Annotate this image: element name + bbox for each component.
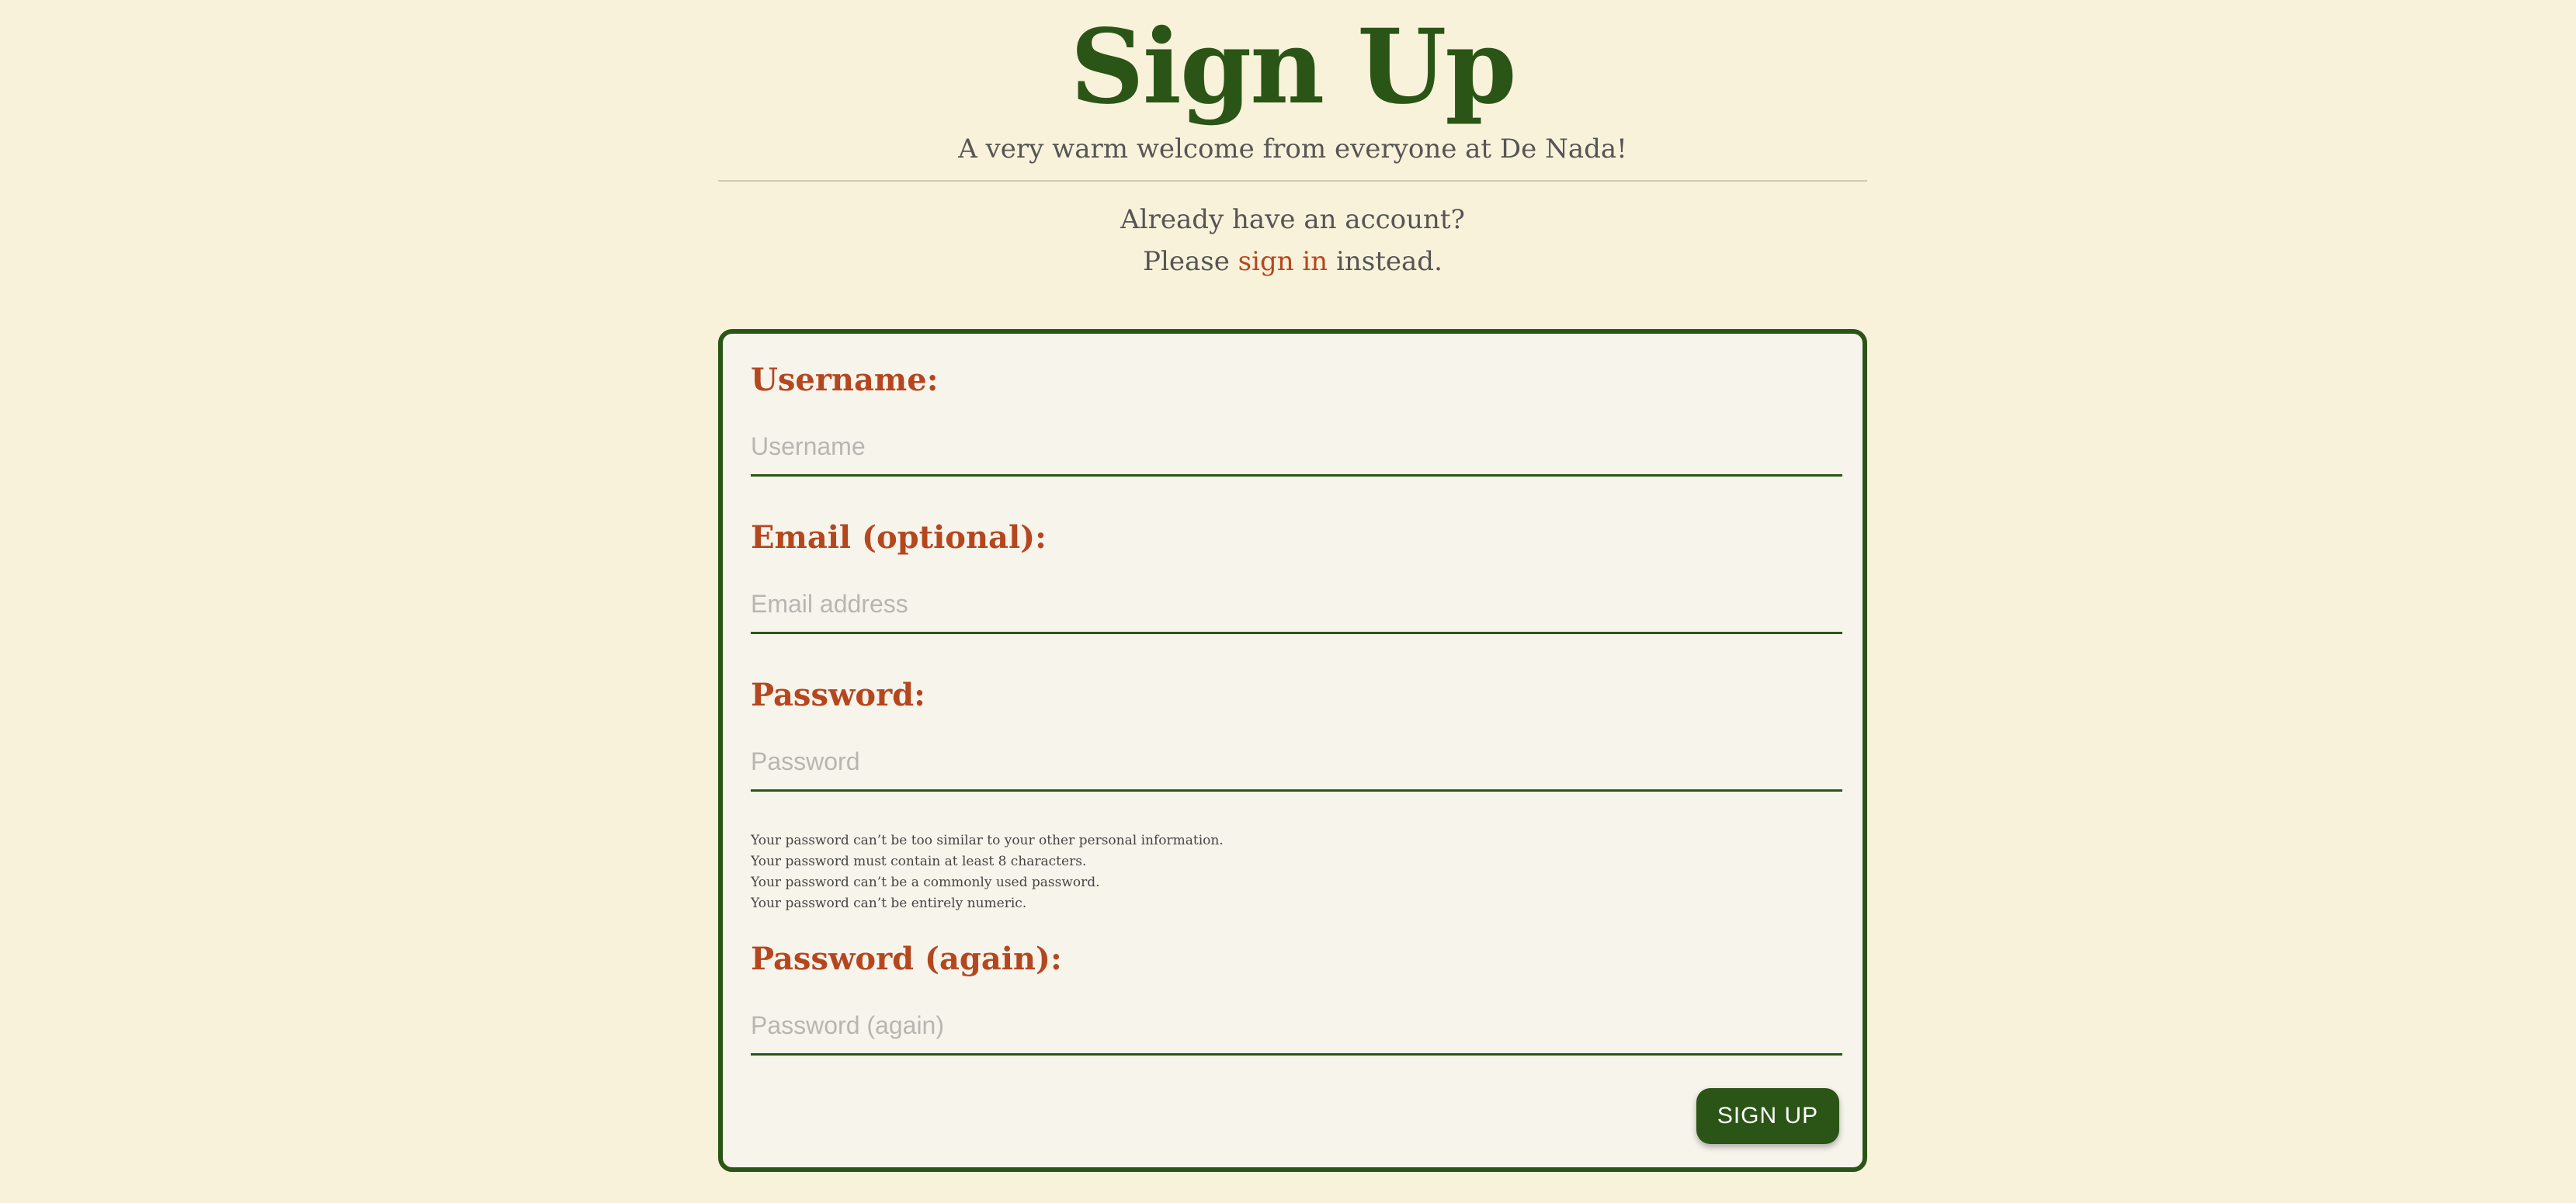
signin-prompt-suffix: instead. — [1336, 246, 1442, 277]
password-label: Password: — [751, 677, 925, 713]
password-field-group: Password: — [751, 674, 1842, 792]
signin-prompt: Already have an account? Please sign in … — [718, 182, 1867, 283]
password-help-list: Your password can’t be too similar to yo… — [751, 830, 1224, 914]
signin-prompt-prefix: Please — [1143, 246, 1230, 277]
username-field-group: Username: — [751, 359, 1842, 477]
signup-page: Sign Up A very warm welcome from everyon… — [718, 0, 1867, 1172]
password-help-item: Your password can’t be entirely numeric. — [751, 896, 1027, 911]
sign-up-button[interactable]: SIGN UP — [1696, 1088, 1839, 1144]
signin-prompt-line: Please sign in instead. — [718, 241, 1867, 283]
email-input[interactable] — [751, 577, 1842, 634]
username-input[interactable] — [751, 419, 1842, 477]
signin-prompt-question: Already have an account? — [1120, 204, 1465, 235]
password-help-item: Your password can’t be too similar to yo… — [751, 833, 1224, 848]
password-again-input[interactable] — [751, 998, 1842, 1056]
password-again-field-group: Password (again): — [751, 938, 1842, 1056]
page-title: Sign Up — [1070, 7, 1516, 127]
signin-link[interactable]: sign in — [1238, 246, 1328, 277]
page-subtitle: A very warm welcome from everyone at De … — [958, 133, 1627, 165]
password-input[interactable] — [751, 734, 1842, 792]
password-again-label: Password (again): — [751, 941, 1062, 977]
username-label: Username: — [751, 362, 939, 398]
password-help-item: Your password must contain at least 8 ch… — [751, 854, 1087, 869]
email-field-group: Email (optional): — [751, 516, 1842, 634]
password-help-item: Your password can’t be a commonly used p… — [751, 875, 1100, 890]
signup-form: Username: Email (optional): Password: Yo… — [718, 329, 1867, 1172]
email-label: Email (optional): — [751, 519, 1047, 556]
